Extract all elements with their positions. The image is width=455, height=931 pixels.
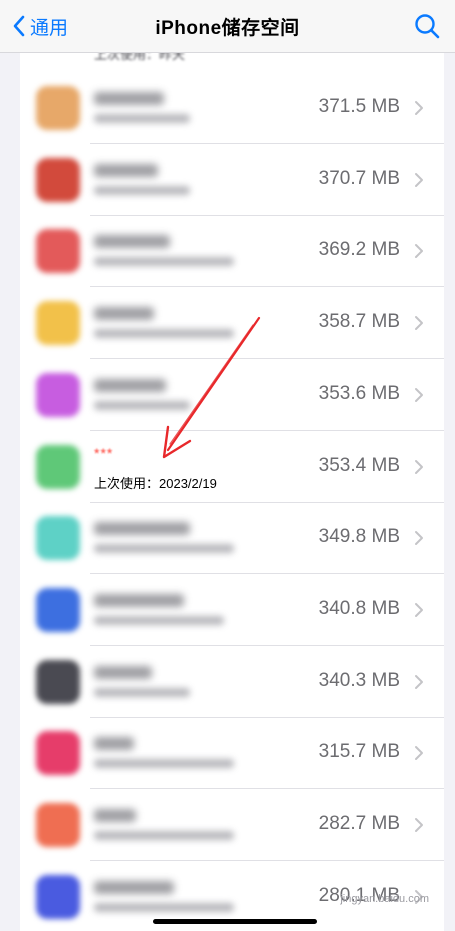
last-used-redacted (94, 544, 234, 554)
app-name-redacted (94, 665, 152, 679)
watermark-text: jingyan.baidu.com (340, 893, 429, 905)
app-size: 353.6 MB (318, 382, 400, 404)
chevron-right-icon (415, 818, 423, 832)
last-used-text: 上次使用：2023/2/19 (94, 475, 217, 491)
app-name: *** (94, 444, 114, 461)
app-row[interactable]: 340.8 MB (20, 574, 444, 646)
app-row[interactable]: *** 上次使用：2023/2/19 353.4 MB (20, 431, 444, 503)
app-size: 370.7 MB (318, 167, 400, 189)
chevron-right-icon (415, 244, 423, 259)
app-row[interactable]: 340.3 MB (20, 646, 444, 718)
app-row[interactable]: 282.7 MB (20, 789, 444, 861)
app-size: 349.8 MB (318, 526, 400, 548)
app-icon (36, 301, 80, 346)
app-icon (36, 516, 80, 561)
last-used-redacted (94, 329, 234, 339)
app-size: 340.3 MB (318, 669, 400, 691)
app-row[interactable]: 371.5 MB (20, 72, 444, 144)
app-row[interactable]: 370.7 MB (20, 144, 444, 216)
app-row[interactable]: 315.7 MB (20, 717, 444, 790)
page-title: iPhone储存空间 (155, 18, 300, 39)
chevron-right-icon (415, 746, 423, 761)
navigation-bar: 通用 iPhone储存空间 (0, 0, 455, 53)
app-name-redacted (94, 235, 170, 249)
chevron-right-icon (415, 459, 423, 474)
app-size: 371.5 MB (318, 96, 400, 117)
app-icon (36, 659, 80, 704)
app-size: 340.8 MB (318, 597, 400, 619)
app-row[interactable]: 353.6 MB (20, 359, 444, 431)
search-icon (415, 14, 440, 39)
chevron-right-icon (415, 172, 423, 187)
app-icon (36, 372, 80, 417)
app-icon (36, 731, 80, 776)
chevron-right-icon (415, 674, 423, 689)
last-used-redacted (94, 400, 190, 410)
app-icon (36, 157, 80, 202)
app-size: 282.7 MB (318, 813, 400, 834)
app-name-redacted (94, 880, 174, 894)
app-icon (36, 86, 80, 130)
app-size: 315.7 MB (318, 741, 400, 763)
app-size: 353.4 MB (318, 454, 400, 476)
app-row[interactable]: 358.7 MB (20, 287, 444, 360)
app-name-redacted (94, 163, 158, 177)
last-used-redacted (94, 902, 234, 912)
chevron-right-icon (415, 101, 423, 115)
chevron-right-icon (415, 531, 423, 546)
app-icon (36, 587, 80, 632)
last-used-redacted (94, 114, 190, 123)
app-size: 358.7 MB (318, 311, 400, 333)
last-used-redacted (94, 185, 190, 195)
chevron-right-icon (415, 602, 423, 617)
app-icon (36, 444, 80, 489)
last-used-redacted (94, 257, 234, 267)
app-name-redacted (94, 92, 164, 105)
last-used-redacted (94, 831, 234, 840)
app-name-redacted (94, 522, 190, 536)
last-used-redacted (94, 687, 190, 697)
app-name-redacted (94, 307, 154, 321)
last-used-redacted (94, 759, 234, 769)
app-name-redacted (94, 809, 136, 822)
search-button[interactable] (413, 12, 441, 40)
app-name-redacted (94, 378, 166, 392)
app-icon (36, 229, 80, 274)
app-name-redacted (94, 737, 134, 751)
chevron-right-icon (415, 387, 423, 402)
home-indicator (153, 919, 317, 924)
app-icon (36, 803, 80, 847)
app-size: 369.2 MB (318, 239, 400, 261)
app-row[interactable]: 369.2 MB (20, 215, 444, 288)
app-row[interactable]: 349.8 MB (20, 502, 444, 575)
chevron-right-icon (415, 316, 423, 331)
app-icon (36, 874, 80, 919)
last-used-redacted (94, 615, 224, 625)
app-storage-list: 上次使用：昨天 371.5 MB 370.7 MB 369.2 MB 358.7 MB… (20, 0, 444, 931)
app-name-redacted (94, 593, 184, 607)
